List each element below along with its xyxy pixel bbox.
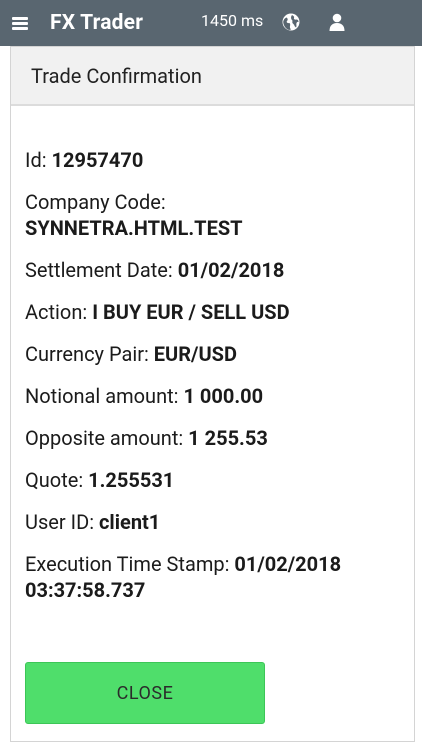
user-id-label: User ID: bbox=[25, 510, 95, 534]
trade-id-row: Id: 12957470 bbox=[25, 147, 395, 173]
quote-row: Quote: 1.255531 bbox=[25, 467, 395, 493]
user-icon[interactable] bbox=[327, 12, 347, 32]
menu-icon bbox=[12, 16, 28, 30]
execution-timestamp-time: 03:37:58.737 bbox=[25, 578, 146, 602]
company-code-value: SYNNETRA.HTML.TEST bbox=[25, 216, 243, 240]
trade-confirmation-panel: Trade Confirmation Id: 12957470 Company … bbox=[10, 46, 415, 742]
trade-id-label: Id: bbox=[25, 148, 47, 172]
menu-button[interactable] bbox=[0, 0, 40, 46]
app-title: FX Trader bbox=[50, 11, 144, 35]
execution-timestamp-label: Execution Time Stamp: bbox=[25, 552, 230, 576]
company-code-label: Company Code: bbox=[25, 190, 166, 214]
opposite-amount-row: Opposite amount: 1 255.53 bbox=[25, 425, 395, 451]
panel-title: Trade Confirmation bbox=[11, 47, 414, 106]
notional-amount-label: Notional amount: bbox=[25, 384, 179, 408]
currency-pair-row: Currency Pair: EUR/USD bbox=[25, 341, 395, 367]
user-id-value: client1 bbox=[99, 510, 161, 534]
execution-timestamp-date: 01/02/2018 bbox=[234, 552, 342, 576]
opposite-amount-value: 1 255.53 bbox=[188, 426, 268, 450]
top-app-bar: FX Trader 1450 ms bbox=[0, 0, 422, 46]
execution-timestamp-row: Execution Time Stamp: 01/02/2018 03:37:5… bbox=[25, 551, 395, 603]
globe-icon[interactable] bbox=[281, 12, 301, 32]
user-id-row: User ID: client1 bbox=[25, 509, 395, 535]
quote-value: 1.255531 bbox=[88, 468, 175, 492]
company-code-row: Company Code: SYNNETRA.HTML.TEST bbox=[25, 189, 395, 241]
trade-details: Id: 12957470 Company Code: SYNNETRA.HTML… bbox=[25, 147, 395, 619]
trade-id-value: 12957470 bbox=[51, 148, 144, 172]
settlement-date-label: Settlement Date: bbox=[25, 258, 173, 282]
currency-pair-value: EUR/USD bbox=[153, 342, 237, 366]
opposite-amount-label: Opposite amount: bbox=[25, 426, 184, 450]
settlement-date-value: 01/02/2018 bbox=[177, 258, 285, 282]
latency-indicator: 1450 ms bbox=[201, 11, 264, 30]
action-value: I BUY EUR / SELL USD bbox=[92, 300, 290, 324]
settlement-date-row: Settlement Date: 01/02/2018 bbox=[25, 257, 395, 283]
action-row: Action: I BUY EUR / SELL USD bbox=[25, 299, 395, 325]
currency-pair-label: Currency Pair: bbox=[25, 342, 149, 366]
notional-amount-row: Notional amount: 1 000.00 bbox=[25, 383, 395, 409]
action-label: Action: bbox=[25, 300, 88, 324]
close-button[interactable]: CLOSE bbox=[25, 662, 265, 724]
quote-label: Quote: bbox=[25, 468, 84, 492]
notional-amount-value: 1 000.00 bbox=[183, 384, 264, 408]
